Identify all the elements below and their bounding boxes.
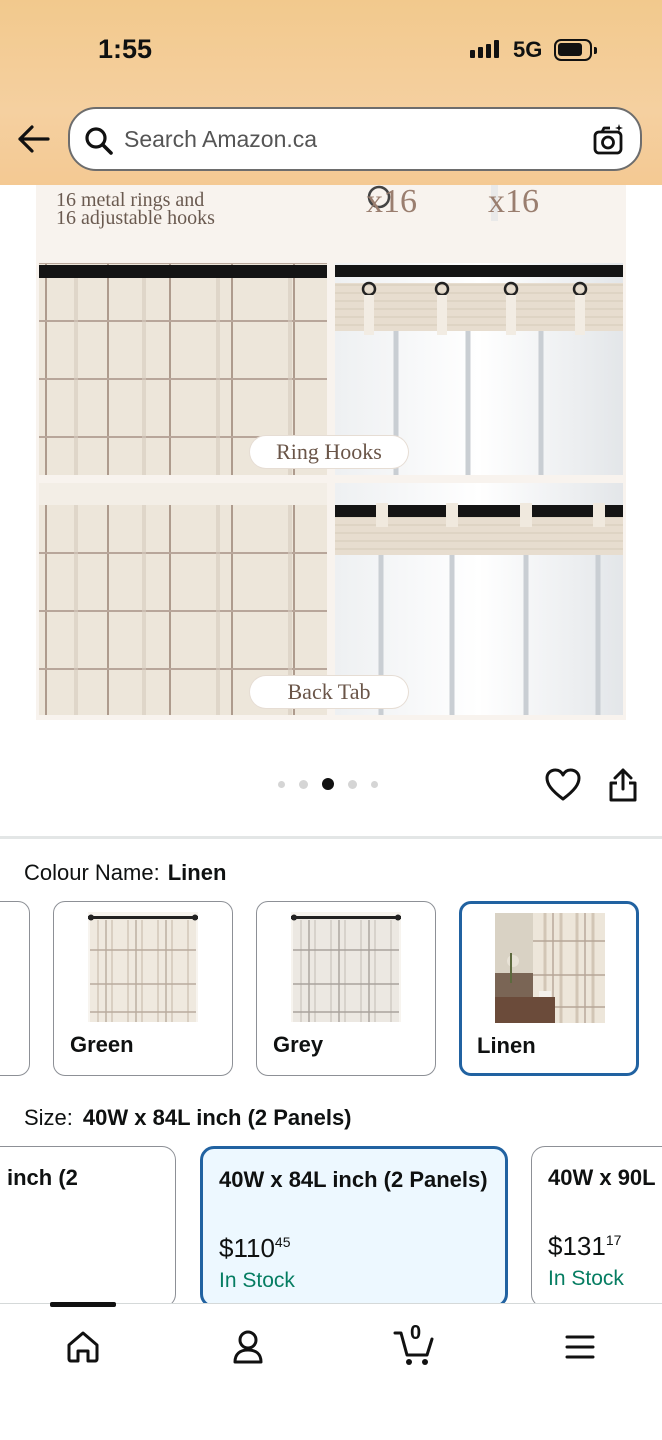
image-carousel-dots	[278, 778, 378, 790]
status-time: 1:55	[98, 34, 153, 64]
size-option[interactable]: 40W x 90L Panels) $13117 In Stock	[531, 1146, 662, 1308]
wishlist-button[interactable]	[545, 768, 581, 807]
home-icon	[67, 1331, 99, 1363]
section-divider	[0, 836, 662, 839]
size-option-price: $11045	[219, 1233, 291, 1263]
colour-option-name: Grey	[273, 1032, 324, 1057]
search-icon	[85, 127, 113, 155]
carousel-dot[interactable]	[348, 779, 357, 789]
size-label: Size: 40W x 84L inch (2 Panels)	[24, 1105, 352, 1130]
size-option-price: $13117	[548, 1231, 622, 1261]
colour-selected: Linen	[167, 860, 227, 885]
nav-menu[interactable]	[558, 1325, 602, 1369]
search-input[interactable]	[124, 117, 564, 161]
size-option-title: 40W x 84L inch (2 Panels)	[219, 1167, 488, 1192]
colour-option-green[interactable]: Green	[53, 901, 233, 1076]
curtain-thumbnail	[495, 913, 605, 1023]
colour-option-name: Green	[70, 1032, 134, 1057]
carousel-dot[interactable]	[278, 780, 285, 788]
battery-icon	[554, 39, 597, 61]
arrow-left-icon	[18, 125, 50, 153]
network-type: 5G	[513, 37, 543, 62]
menu-icon	[565, 1335, 595, 1359]
image-caption: 16 metal rings and 16 adjustable hooks	[56, 189, 215, 229]
size-option-title: 40W x 90L Panels)	[548, 1165, 662, 1190]
bottom-nav	[0, 1303, 662, 1440]
carousel-dot[interactable]	[299, 779, 308, 789]
carousel-dot-active[interactable]	[322, 778, 334, 790]
size-selected: 40W x 84L inch (2 Panels)	[82, 1105, 352, 1130]
product-image[interactable]: 16 metal rings and 16 adjustable hooks x…	[36, 183, 626, 720]
carousel-dot[interactable]	[371, 780, 378, 788]
heart-icon	[545, 768, 581, 801]
stock-status: In Stock	[548, 1267, 624, 1290]
share-button[interactable]	[608, 767, 638, 808]
camera-search-icon[interactable]	[592, 123, 626, 157]
size-option-selected[interactable]: 40W x 84L inch (2 Panels) $11045 In Stoc…	[200, 1146, 508, 1308]
curtain-thumbnail	[291, 912, 401, 1022]
hook-count: x16	[488, 183, 539, 220]
cart-count: 0	[410, 1322, 422, 1344]
signal-icon	[470, 40, 499, 58]
colour-option-name: Linen	[477, 1033, 536, 1058]
product-page: 1:55 5G Search Amazon.ca 16 metal rings …	[0, 0, 662, 1440]
colour-option-linen[interactable]: Linen	[459, 901, 639, 1076]
size-option-title: inch (2	[7, 1165, 78, 1190]
search-bar[interactable]	[68, 107, 642, 171]
ring-hooks-label: Ring Hooks	[250, 436, 408, 468]
share-icon	[609, 768, 637, 802]
back-button[interactable]	[14, 118, 54, 160]
colour-option[interactable]	[0, 901, 30, 1076]
stock-status: In Stock	[219, 1269, 295, 1292]
back-tab-label: Back Tab	[250, 676, 408, 708]
colour-option-grey[interactable]: Grey	[256, 901, 436, 1076]
size-option[interactable]: inch (2	[0, 1146, 176, 1308]
nav-account[interactable]	[226, 1325, 270, 1369]
header: 1:55 5G	[0, 0, 662, 185]
curtain-thumbnail	[88, 912, 198, 1022]
colour-label: Colour Name: Linen	[24, 860, 227, 885]
user-icon	[233, 1330, 263, 1364]
active-tab-indicator	[50, 1302, 116, 1307]
nav-home[interactable]	[61, 1325, 105, 1369]
ring-count: x16	[366, 183, 417, 220]
